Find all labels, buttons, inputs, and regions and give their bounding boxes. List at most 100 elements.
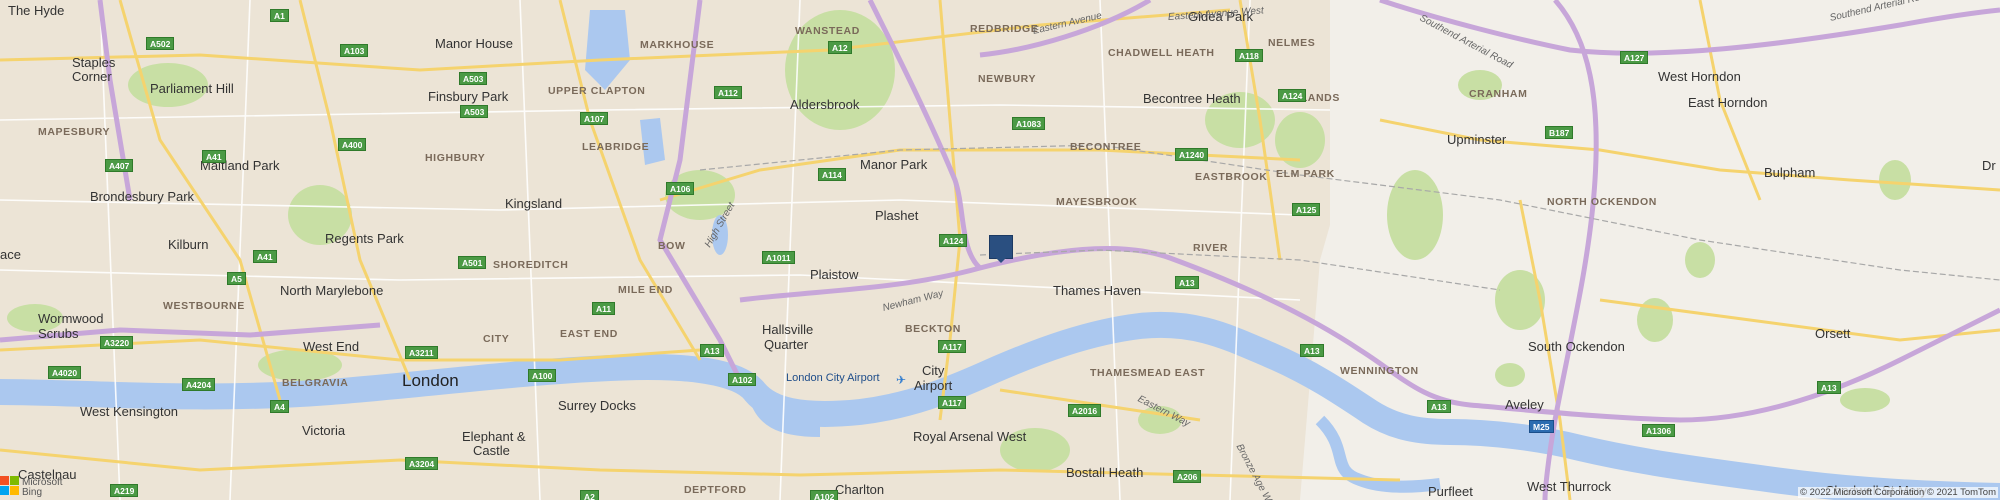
district-label: CHADWELL HEATH xyxy=(1108,47,1215,59)
place-label: Bulpham xyxy=(1764,165,1816,180)
road-shield: A2 xyxy=(580,490,599,500)
place-label: Victoria xyxy=(302,423,346,438)
place-label: Airport xyxy=(914,378,953,393)
district-label: RIVER xyxy=(1193,242,1229,254)
district-label: CITY xyxy=(483,333,510,345)
place-label: Wormwood xyxy=(38,311,104,326)
road-shield: A124 xyxy=(939,234,968,247)
road-shield: A13 xyxy=(1175,276,1199,289)
road-shield: A219 xyxy=(110,484,139,497)
district-label: ELM PARK xyxy=(1276,168,1335,180)
place-label: Staples xyxy=(72,55,116,70)
airport-icon[interactable]: ✈ xyxy=(896,373,906,387)
road-shield: A5 xyxy=(227,272,246,285)
bing-brand[interactable]: Microsoft Bing xyxy=(22,478,63,498)
road-shield: A103 xyxy=(340,44,369,57)
district-label: WENNINGTON xyxy=(1340,365,1419,377)
place-label: The Hyde xyxy=(8,3,65,18)
road-shield: A3211 xyxy=(405,346,438,359)
road-shield: A4204 xyxy=(182,378,216,391)
road-shield: A4020 xyxy=(48,366,82,379)
place-label: East Horndon xyxy=(1688,95,1768,110)
road-shield: A118 xyxy=(1235,49,1263,62)
place-label: Becontree Heath xyxy=(1143,91,1241,106)
copyright-notice[interactable]: © 2022 Microsoft Corporation © 2021 TomT… xyxy=(1798,487,1998,498)
airport-label[interactable]: London City Airport xyxy=(786,373,880,384)
road-shield: A13 xyxy=(1300,344,1324,357)
road-shield: A100 xyxy=(528,369,557,382)
district-label: UPPER CLAPTON xyxy=(548,85,646,97)
microsoft-logo-icon xyxy=(0,476,20,496)
road-shield: A13 xyxy=(1427,400,1451,413)
place-label: Plashet xyxy=(875,208,919,223)
place-label: West Horndon xyxy=(1658,69,1741,84)
road-shield: A206 xyxy=(1173,470,1202,483)
district-label: BECKTON xyxy=(905,323,961,335)
district-label: SHOREDITCH xyxy=(493,259,569,271)
place-label: Elephant & xyxy=(462,429,526,444)
place-label: Manor House xyxy=(435,36,514,51)
place-label: Upminster xyxy=(1447,132,1507,147)
place-label: Quarter xyxy=(764,337,809,352)
place-label: Kilburn xyxy=(168,237,209,252)
road-shield: A102 xyxy=(728,373,757,386)
road-shield: A107 xyxy=(580,112,609,125)
district-label: HIGHBURY xyxy=(425,152,486,164)
road-shield: A3220 xyxy=(100,336,134,349)
district-label: NEWBURY xyxy=(978,73,1037,85)
road-shield: A503 xyxy=(460,105,489,118)
road-shield: A4 xyxy=(270,400,289,413)
location-pin-icon[interactable] xyxy=(989,235,1013,263)
place-label: Aveley xyxy=(1505,397,1544,412)
district-label: WANSTEAD xyxy=(795,25,860,37)
place-label: Charlton xyxy=(835,482,885,497)
place-label: Orsett xyxy=(1815,326,1851,341)
place-label: Plaistow xyxy=(810,267,859,282)
place-label: South Ockendon xyxy=(1528,339,1625,354)
district-label: THAMESMEAD EAST xyxy=(1090,367,1206,379)
place-label: West Thurrock xyxy=(1527,479,1612,494)
map-canvas[interactable]: MAPESBURY HIGHBURY UPPER CLAPTON MARKHOUSE L… xyxy=(0,0,2000,500)
district-label: DEPTFORD xyxy=(684,484,747,496)
place-label: Scrubs xyxy=(38,326,79,341)
road-shield: A2016 xyxy=(1068,404,1102,417)
place-label: Kingsland xyxy=(505,196,563,211)
place-label: Manor Park xyxy=(860,157,928,172)
road-shield: A127 xyxy=(1620,51,1649,64)
place-label: Finsbury Park xyxy=(428,89,509,104)
place-label: Surrey Docks xyxy=(558,398,637,413)
district-label: MAPESBURY xyxy=(38,126,111,138)
road-shield: A102 xyxy=(810,490,839,500)
place-label: Aldersbrook xyxy=(790,97,860,112)
road-shield: B187 xyxy=(1545,126,1574,139)
road-shield: A1011 xyxy=(762,251,795,264)
place-label: City xyxy=(922,363,945,378)
brand-line-2: Bing xyxy=(22,487,43,498)
road-shield: A11 xyxy=(592,302,616,315)
place-label: Castle xyxy=(473,443,510,458)
road-shield: A1240 xyxy=(1175,148,1209,161)
road-shield: A124 xyxy=(1278,89,1307,102)
place-label: Bostall Heath xyxy=(1066,465,1144,480)
district-label: MILE END xyxy=(618,284,673,296)
road-shield: A112 xyxy=(714,86,742,99)
district-label: BECONTREE xyxy=(1070,141,1142,153)
road-shield: A3204 xyxy=(405,457,439,470)
road-shield: A400 xyxy=(338,138,367,151)
district-label: WESTBOURNE xyxy=(163,300,245,312)
road-shield: A13 xyxy=(700,344,724,357)
place-label: Regents Park xyxy=(325,231,404,246)
road-shield: A1 xyxy=(270,9,289,22)
road-shield: M25 xyxy=(1529,420,1554,433)
district-label: EASTBROOK xyxy=(1195,171,1268,183)
place-label: West End xyxy=(303,339,360,354)
district-label: LEABRIDGE xyxy=(582,141,650,153)
district-label: BOW xyxy=(658,240,686,252)
place-label: London xyxy=(402,371,459,390)
place-label: Brondesbury Park xyxy=(90,189,195,204)
road-shield: A1306 xyxy=(1642,424,1676,437)
district-label: EAST END xyxy=(560,328,618,340)
road-shield: A502 xyxy=(146,37,175,50)
place-label: Parliament Hill xyxy=(150,81,234,96)
place-label: ace xyxy=(0,247,21,262)
